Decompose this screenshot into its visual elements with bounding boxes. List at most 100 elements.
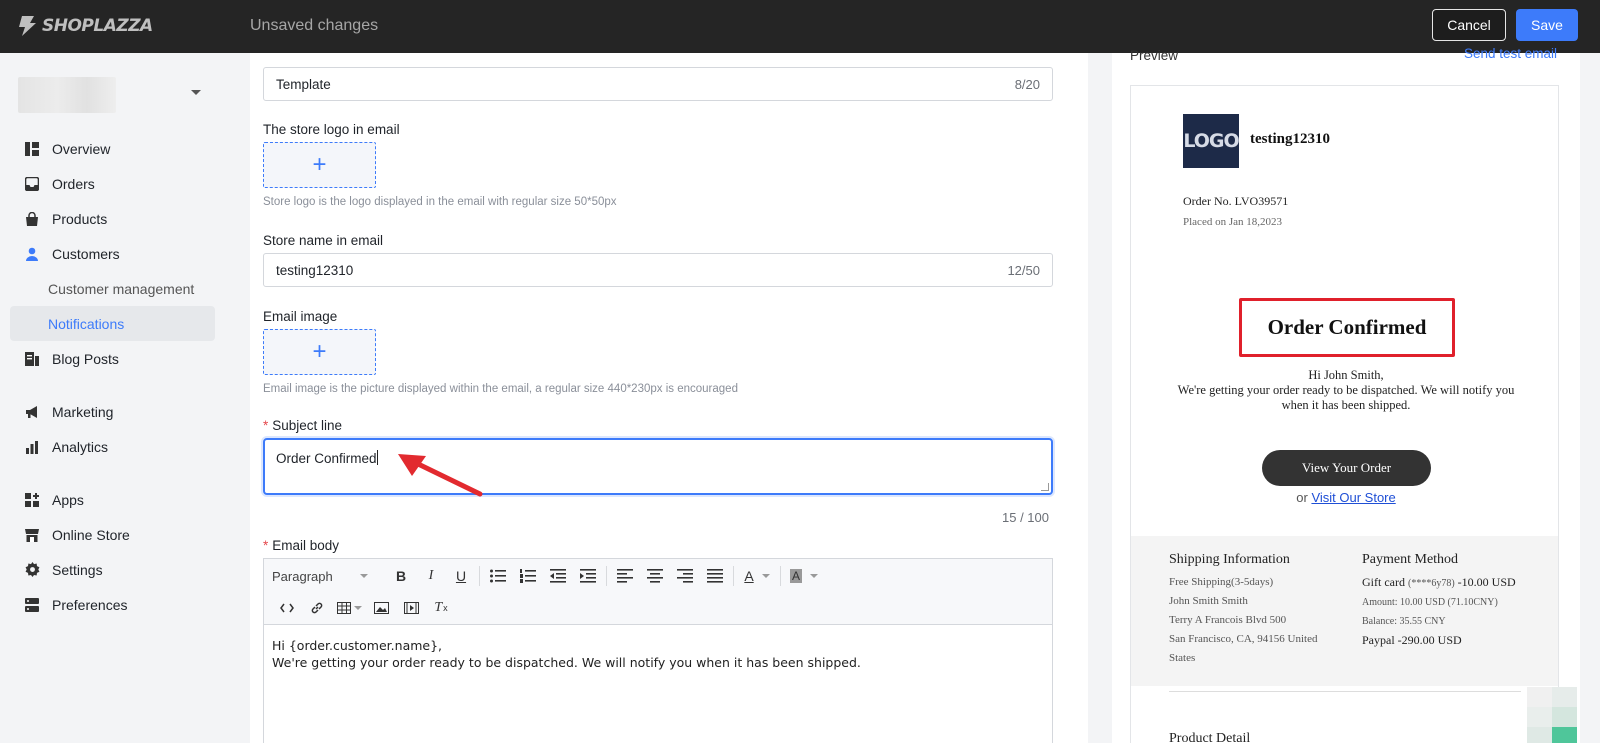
toolbar-row: Paragraph B I U A A (272, 565, 824, 587)
text-color-icon[interactable]: A (737, 565, 777, 587)
sidebar-item-customers[interactable]: Customers (10, 236, 215, 271)
placed-date: Placed on Jan 18,2023 (1183, 216, 1282, 228)
visit-store-line: or Visit Our Store (1171, 490, 1521, 505)
shipping-information: Shipping Information Free Shipping(3-5da… (1169, 550, 1344, 668)
sidebar-item-settings[interactable]: Settings (10, 552, 215, 587)
sidebar-item-label: Apps (52, 491, 84, 508)
store-icon (24, 527, 40, 543)
email-body-editor: Paragraph B I U A A T x Hi {order.custom… (263, 558, 1053, 743)
unsaved-status: Unsaved changes (250, 17, 379, 34)
view-your-order-button[interactable]: View Your Order (1262, 450, 1431, 486)
analytics-icon (24, 439, 40, 455)
store-name-blurred (18, 77, 116, 113)
store-name-value: testing12310 (276, 262, 354, 278)
sidebar-item-label: Online Store (52, 526, 130, 543)
sidebar-item-preferences[interactable]: Preferences (10, 587, 215, 622)
email-image-label: Email image (263, 309, 338, 324)
store-logo-label: The store logo in email (263, 122, 400, 137)
greeting-line: Hi John Smith, (1308, 368, 1384, 382)
bullet-list-icon[interactable] (483, 565, 513, 587)
email-body-line: Hi {order.customer.name}, (272, 638, 443, 653)
email-body-label: * Email body (263, 538, 339, 553)
paragraph-format-select[interactable]: Paragraph (272, 569, 376, 584)
template-title-input[interactable]: Template 8/20 (263, 67, 1053, 101)
link-icon[interactable] (302, 597, 332, 619)
greeting-text: Hi John Smith, We're getting your order … (1171, 368, 1521, 413)
italic-icon[interactable]: I (416, 565, 446, 587)
customers-icon (24, 246, 40, 262)
email-body-content[interactable]: Hi {order.customer.name}, We're getting … (264, 625, 1052, 683)
email-image-upload[interactable]: + (263, 329, 376, 375)
apps-icon (24, 492, 40, 508)
chevron-down-icon (360, 574, 368, 578)
cancel-button[interactable]: Cancel (1432, 9, 1506, 41)
sidebar-item-label: Notifications (48, 315, 125, 332)
order-number: Order No. LVO39571 (1183, 194, 1289, 208)
align-left-icon[interactable] (610, 565, 640, 587)
order-info-section: Shipping Information Free Shipping(3-5da… (1131, 536, 1558, 686)
indent-icon[interactable] (573, 565, 603, 587)
subject-line-label: * Subject line (263, 418, 342, 433)
sidebar-item-customer-management[interactable]: Customer management (10, 271, 215, 306)
balance-line: Balance: 35.55 CNY (1362, 616, 1446, 627)
sidebar-item-label: Products (52, 210, 108, 227)
sidebar-item-orders[interactable]: Orders (10, 166, 215, 201)
sidebar-item-online-store[interactable]: Online Store (10, 517, 215, 552)
table-icon[interactable] (332, 597, 366, 619)
visit-our-store-link[interactable]: Visit Our Store (1311, 490, 1395, 505)
marketing-icon (24, 404, 40, 420)
sidebar-item-label: Customers (52, 245, 120, 262)
sidebar-item-blog-posts[interactable]: Blog Posts (10, 341, 215, 376)
align-justify-icon[interactable] (700, 565, 730, 587)
product-detail-title: Product Detail (1169, 731, 1251, 743)
sidebar-item-label: Orders (52, 175, 95, 192)
payment-title: Payment Method (1362, 552, 1459, 567)
required-asterisk: * (263, 538, 269, 553)
sidebar-item-label: Preferences (52, 596, 128, 613)
or-text: or (1296, 490, 1308, 505)
image-icon[interactable] (366, 597, 396, 619)
sidebar-item-marketing[interactable]: Marketing (10, 394, 215, 429)
amount-line: Amount: 10.00 USD (71.10CNY) (1362, 597, 1498, 608)
store-name-input[interactable]: testing12310 12/50 (263, 253, 1053, 287)
template-form: Template 8/20 The store logo in email + … (250, 53, 1088, 743)
sidebar-item-apps[interactable]: Apps (10, 482, 215, 517)
clear-format-icon[interactable]: Tx (426, 597, 456, 619)
shipping-address-line: San Francisco, CA, 94156 United States (1169, 633, 1318, 664)
store-logo-upload[interactable]: + (263, 142, 376, 188)
subject-line-input[interactable]: Order Confirmed (263, 438, 1053, 495)
code-icon[interactable] (272, 597, 302, 619)
resize-handle[interactable] (1041, 483, 1049, 491)
subject-line-value: Order Confirmed (276, 451, 377, 466)
plus-icon: + (312, 151, 327, 178)
store-logo-hint: Store logo is the logo displayed in the … (263, 196, 617, 208)
paypal-label: Paypal (1362, 633, 1395, 647)
brand-name: SHOPLAZZA (42, 16, 153, 36)
background-color-icon[interactable]: A (784, 565, 824, 587)
plus-icon: + (312, 338, 327, 365)
numbered-list-icon[interactable] (513, 565, 543, 587)
store-switcher[interactable] (18, 77, 218, 113)
payment-method: Payment Method Gift card (****6y78) -10.… (1362, 550, 1552, 650)
sidebar-item-label: Customer management (48, 280, 195, 297)
bold-icon[interactable]: B (386, 565, 416, 587)
align-center-icon[interactable] (640, 565, 670, 587)
products-icon (24, 211, 40, 227)
text-caret (376, 450, 378, 465)
underline-icon[interactable]: U (446, 565, 476, 587)
sidebar-item-analytics[interactable]: Analytics (10, 429, 215, 464)
email-body-label-text: Email body (272, 538, 340, 553)
brand-logo: SHOPLAZZA (16, 13, 153, 39)
sidebar-item-overview[interactable]: Overview (10, 131, 215, 166)
save-button[interactable]: Save (1516, 9, 1578, 41)
video-icon[interactable] (396, 597, 426, 619)
shipping-address-line: Terry A Francois Blvd 500 (1169, 614, 1287, 626)
align-right-icon[interactable] (670, 565, 700, 587)
outdent-icon[interactable] (543, 565, 573, 587)
sidebar: Overview Orders Products Customers Custo… (0, 53, 226, 743)
sidebar-item-label: Overview (52, 140, 111, 157)
send-test-email-link[interactable]: Send test email (1464, 46, 1557, 61)
sidebar-item-notifications[interactable]: Notifications (10, 306, 215, 341)
shipping-title: Shipping Information (1169, 552, 1290, 567)
sidebar-item-products[interactable]: Products (10, 201, 215, 236)
